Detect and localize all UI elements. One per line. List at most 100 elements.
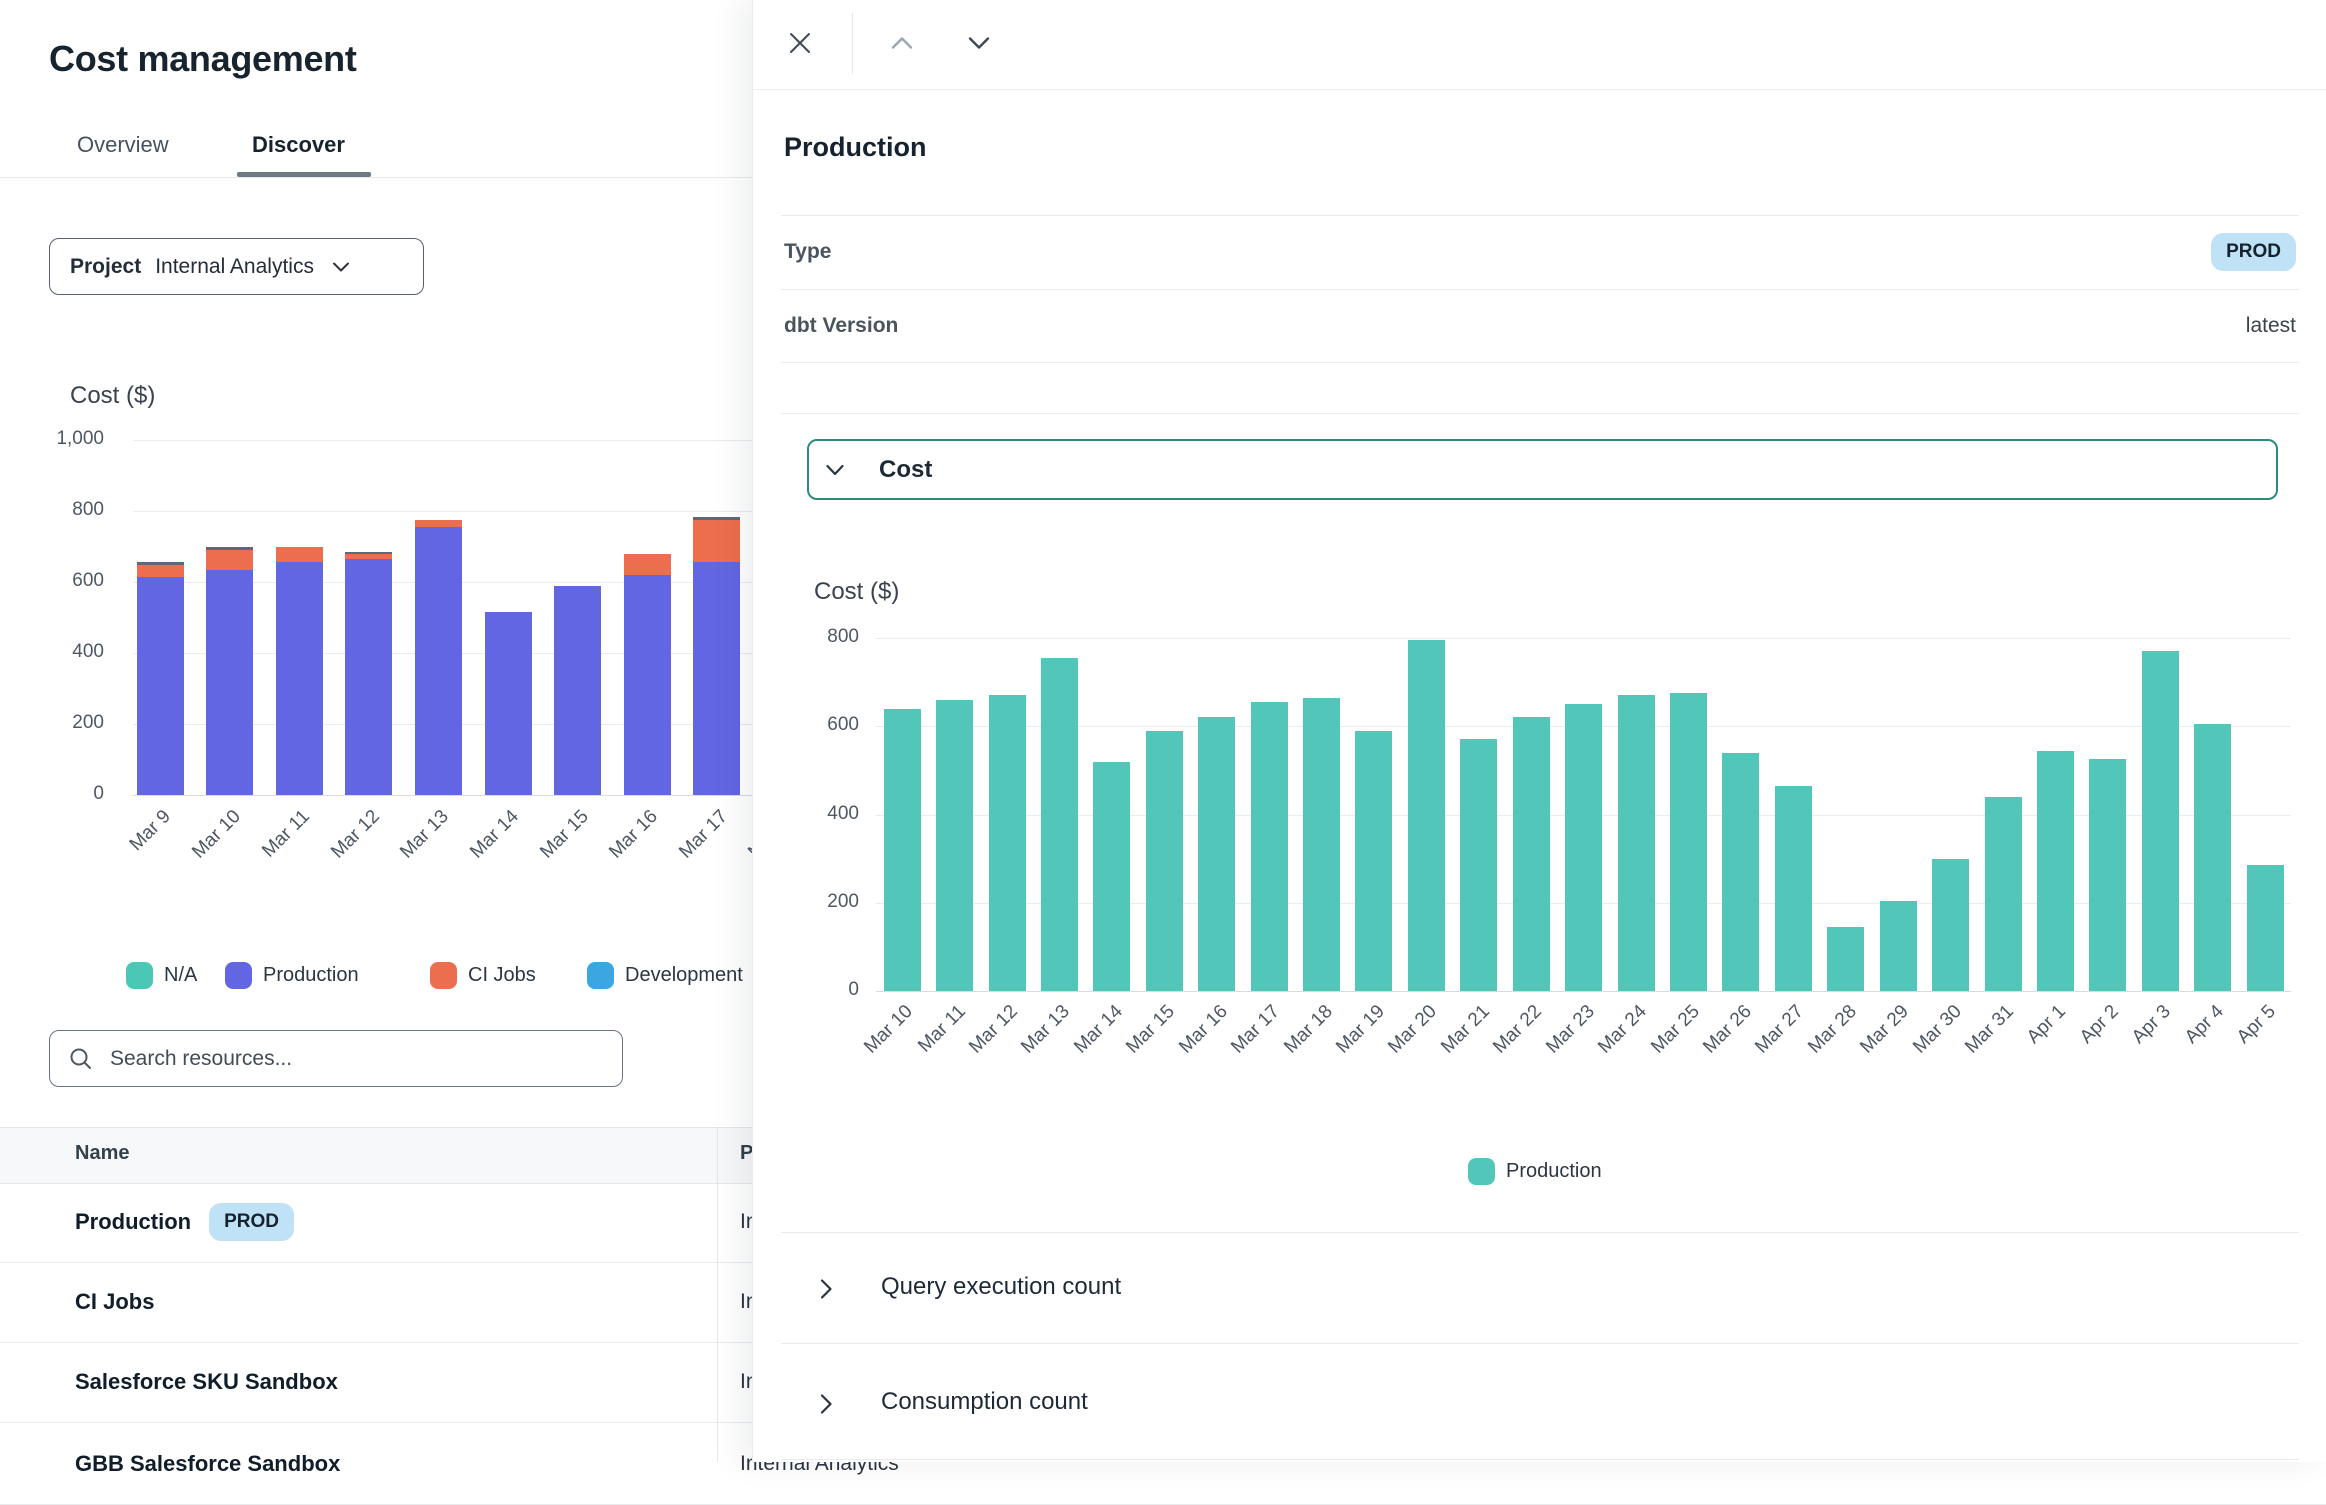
tab-discover[interactable]: Discover xyxy=(252,132,345,158)
toolbar-divider xyxy=(852,13,853,74)
bar-production-apr-3[interactable] xyxy=(2142,651,2179,991)
bar-other-mar-10[interactable] xyxy=(206,547,253,550)
bar-production-mar-15[interactable] xyxy=(554,586,601,795)
bar-ci-jobs-mar-12[interactable] xyxy=(345,554,392,559)
bar-production-mar-22[interactable] xyxy=(1513,717,1550,991)
bar-production-mar-30[interactable] xyxy=(1932,859,1969,991)
bar-production-apr-4[interactable] xyxy=(2194,724,2231,991)
bar-production-mar-12[interactable] xyxy=(345,559,392,795)
bar-ci-jobs-mar-13[interactable] xyxy=(415,520,462,527)
divider xyxy=(781,289,2299,290)
chevron-right-icon xyxy=(819,1393,833,1415)
bar-production-mar-12[interactable] xyxy=(989,695,1026,991)
row-name: Production xyxy=(75,1209,191,1235)
legend-swatch xyxy=(225,962,252,989)
y-axis-tick: 200 xyxy=(719,891,859,913)
filter-value: Internal Analytics xyxy=(155,255,314,279)
bar-production-mar-18[interactable] xyxy=(1303,698,1340,991)
bar-production-mar-11[interactable] xyxy=(936,700,973,991)
prod-badge: PROD xyxy=(2211,233,2296,271)
bar-production-mar-24[interactable] xyxy=(1618,695,1655,991)
legend-item-na[interactable]: N/A xyxy=(126,962,197,989)
bar-production-mar-16[interactable] xyxy=(624,575,671,795)
legend-item-production[interactable]: Production xyxy=(225,962,359,989)
tab-overview[interactable]: Overview xyxy=(77,132,169,158)
dbt-version-value: latest xyxy=(2246,314,2296,338)
bar-production-mar-27[interactable] xyxy=(1775,786,1812,991)
bar-production-apr-2[interactable] xyxy=(2089,759,2126,991)
bar-production-mar-14[interactable] xyxy=(1093,762,1130,991)
bar-other-mar-12[interactable] xyxy=(345,552,392,554)
bar-production-mar-25[interactable] xyxy=(1670,693,1707,991)
query-execution-label: Query execution count xyxy=(881,1273,1121,1301)
divider xyxy=(781,1459,2299,1460)
bar-ci-jobs-mar-11[interactable] xyxy=(276,547,323,563)
bar-production-mar-29[interactable] xyxy=(1880,901,1917,991)
legend-label: CI Jobs xyxy=(468,964,536,987)
bar-production-mar-28[interactable] xyxy=(1827,927,1864,991)
legend-label: Production xyxy=(263,964,359,987)
type-label: Type xyxy=(784,240,831,264)
gridline xyxy=(133,440,858,441)
close-button[interactable] xyxy=(778,21,822,65)
bar-ci-jobs-mar-16[interactable] xyxy=(624,554,671,575)
legend-swatch xyxy=(587,962,614,989)
search-icon xyxy=(68,1046,94,1072)
bar-production-mar-15[interactable] xyxy=(1146,731,1183,991)
environment-detail-drawer: Production Type PROD dbt Version latest … xyxy=(752,0,2326,1462)
bar-ci-jobs-mar-9[interactable] xyxy=(137,565,184,577)
y-axis-tick: 800 xyxy=(0,499,104,521)
cost-section-header[interactable]: Cost xyxy=(807,439,2278,500)
bar-production-mar-9[interactable] xyxy=(137,577,184,795)
close-icon xyxy=(785,28,815,58)
bar-other-mar-9[interactable] xyxy=(137,562,184,565)
bar-production-mar-17[interactable] xyxy=(1251,702,1288,991)
bar-production-mar-14[interactable] xyxy=(485,612,532,795)
legend-swatch xyxy=(1468,1158,1495,1185)
y-axis-tick: 0 xyxy=(719,979,859,1001)
chevron-down-icon xyxy=(967,35,991,51)
y-axis-tick: 600 xyxy=(0,570,104,592)
bar-production-mar-23[interactable] xyxy=(1565,704,1602,991)
bar-production-apr-5[interactable] xyxy=(2247,865,2284,991)
bar-production-apr-1[interactable] xyxy=(2037,751,2074,991)
bar-production-mar-20[interactable] xyxy=(1408,640,1445,991)
row-name: CI Jobs xyxy=(75,1289,154,1315)
y-axis-tick: 400 xyxy=(719,803,859,825)
column-header-name[interactable]: Name xyxy=(75,1142,129,1165)
row-name: Salesforce SKU Sandbox xyxy=(75,1369,338,1395)
drawer-header-divider xyxy=(753,89,2326,90)
filter-label: Project xyxy=(70,255,141,279)
divider xyxy=(781,362,2299,363)
bar-production-mar-17[interactable] xyxy=(693,562,740,795)
left-chart-title: Cost ($) xyxy=(70,382,155,410)
bar-production-mar-10[interactable] xyxy=(206,570,253,795)
drawer-title: Production xyxy=(784,132,927,163)
chevron-down-icon xyxy=(332,261,350,273)
bar-production-mar-13[interactable] xyxy=(1041,658,1078,991)
bar-ci-jobs-mar-10[interactable] xyxy=(206,550,253,570)
bar-other-mar-17[interactable] xyxy=(693,517,740,520)
bar-production-mar-11[interactable] xyxy=(276,562,323,795)
previous-button[interactable] xyxy=(880,21,924,65)
bar-production-mar-19[interactable] xyxy=(1355,731,1392,991)
gridline xyxy=(876,638,2291,639)
bar-production-mar-13[interactable] xyxy=(415,527,462,795)
bar-production-mar-16[interactable] xyxy=(1198,717,1235,991)
bar-production-mar-10[interactable] xyxy=(884,709,921,991)
gridline xyxy=(133,795,858,796)
legend-item-production[interactable]: Production xyxy=(1468,1158,1602,1185)
cost-section-label: Cost xyxy=(879,456,932,484)
bar-production-mar-21[interactable] xyxy=(1460,739,1497,991)
search-input[interactable] xyxy=(108,1046,604,1072)
legend-item-ci-jobs[interactable]: CI Jobs xyxy=(430,962,536,989)
legend-label: N/A xyxy=(164,964,197,987)
project-filter-dropdown[interactable]: Project Internal Analytics xyxy=(49,238,424,295)
bar-production-mar-26[interactable] xyxy=(1722,753,1759,991)
next-button[interactable] xyxy=(957,21,1001,65)
legend-swatch xyxy=(430,962,457,989)
bar-production-mar-31[interactable] xyxy=(1985,797,2022,991)
bar-ci-jobs-mar-17[interactable] xyxy=(693,520,740,563)
legend-swatch xyxy=(126,962,153,989)
row-name: GBB Salesforce Sandbox xyxy=(75,1451,340,1477)
